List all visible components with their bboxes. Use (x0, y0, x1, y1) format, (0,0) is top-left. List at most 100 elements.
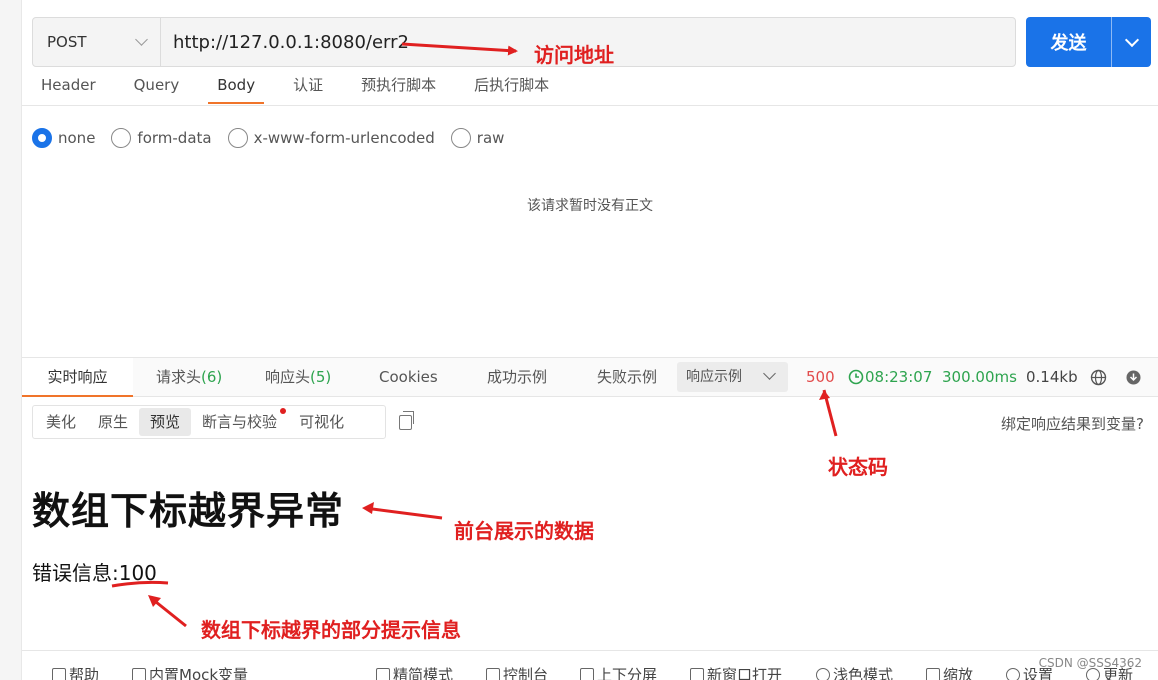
response-tabs: 实时响应 请求头(6) 响应头(5) Cookies 成功示例 失败示例 响应示… (22, 357, 1158, 397)
radio-raw[interactable]: raw (450, 128, 505, 148)
response-duration: 300.00ms (942, 368, 1017, 386)
tab-body[interactable]: Body (198, 70, 274, 104)
view-visualize[interactable]: 可视化 (288, 408, 355, 436)
tab-fail-example[interactable]: 失败示例 (597, 358, 657, 396)
count-badge: (6) (201, 368, 223, 386)
empty-body-message: 该请求暂时没有正文 (527, 198, 653, 214)
tab-realtime-response[interactable]: 实时响应 (22, 358, 133, 397)
copy-icon[interactable] (399, 411, 414, 430)
watermark: CSDN @SSS4362 (1038, 656, 1142, 670)
footer-console[interactable]: 控制台 (486, 664, 548, 680)
footer-label: 精简模式 (393, 666, 454, 680)
radio-unchecked-icon (111, 128, 132, 148)
tab-response-headers[interactable]: 响应头(5) (265, 358, 331, 396)
radio-none[interactable]: none (32, 128, 95, 148)
send-dropdown-button[interactable] (1112, 32, 1151, 47)
left-sidebar-strip (0, 0, 22, 680)
tab-post-script[interactable]: 后执行脚本 (455, 70, 568, 104)
footer-label: 内置Mock变量 (149, 666, 249, 680)
chevron-down-icon (763, 367, 776, 380)
tab-query[interactable]: Query (115, 70, 199, 104)
preview-message: 错误信息:100 (32, 561, 157, 585)
footer-label: 上下分屏 (597, 666, 658, 680)
status-code: 500 (806, 368, 835, 386)
tab-label: 响应头 (265, 368, 311, 386)
select-label: 响应示例 (686, 369, 742, 385)
response-example-select[interactable]: 响应示例 (677, 362, 788, 392)
footer-label: 新窗口打开 (707, 666, 783, 680)
annotation-detail: 数组下标越界的部分提示信息 (201, 618, 461, 642)
radio-form-data[interactable]: form-data (111, 128, 212, 148)
gear-icon (1006, 667, 1020, 680)
view-preview[interactable]: 预览 (139, 408, 192, 436)
request-tabs: Header Query Body 认证 预执行脚本 后执行脚本 (22, 70, 1158, 106)
chevron-down-icon (1124, 32, 1139, 47)
radio-unchecked-icon (450, 128, 471, 148)
globe-icon[interactable] (1090, 369, 1107, 386)
chevron-down-icon (135, 33, 148, 46)
annotation-url: 访问地址 (534, 43, 614, 67)
bind-response-link[interactable]: 绑定响应结果到变量? (1001, 413, 1144, 434)
view-mode-bar: 美化 原生 预览 断言与校验 可视化 (32, 405, 386, 439)
footer-label: 控制台 (503, 666, 549, 680)
annotation-status: 状态码 (828, 455, 888, 479)
help-icon (52, 667, 66, 680)
console-icon (486, 667, 500, 680)
tab-request-headers[interactable]: 请求头(6) (156, 358, 222, 396)
clock-icon (848, 369, 864, 385)
method-label: POST (47, 33, 87, 51)
tab-auth[interactable]: 认证 (274, 70, 342, 104)
simple-mode-icon (376, 667, 390, 680)
method-select[interactable]: POST (33, 18, 161, 66)
notification-dot (280, 408, 287, 414)
tab-header[interactable]: Header (22, 70, 115, 104)
arrow-detail (150, 596, 187, 628)
radio-urlencoded[interactable]: x-www-form-urlencoded (227, 128, 435, 148)
arrowhead-detail (148, 595, 161, 607)
mock-icon (132, 667, 146, 680)
footer-help[interactable]: 帮助 (52, 664, 99, 680)
footer-label: 帮助 (69, 666, 100, 680)
footer-split[interactable]: 上下分屏 (580, 664, 657, 680)
radio-label: none (58, 129, 96, 147)
sun-icon (816, 667, 830, 680)
send-button[interactable]: 发送 (1026, 29, 1111, 55)
footer-toolbar: 帮助 内置Mock变量 精简模式 控制台 上下分屏 新窗口打开 浅色模式 缩放 … (22, 650, 1158, 680)
radio-unchecked-icon (227, 128, 248, 148)
radio-label: raw (476, 129, 505, 147)
tab-success-example[interactable]: 成功示例 (487, 358, 547, 396)
footer-light-mode[interactable]: 浅色模式 (816, 664, 893, 680)
view-label: 断言与校验 (202, 413, 278, 431)
split-icon (580, 667, 594, 680)
annotation-frontend: 前台展示的数据 (454, 519, 594, 543)
tab-cookies[interactable]: Cookies (379, 358, 438, 396)
body-type-radios: none form-data x-www-form-urlencoded raw (32, 128, 520, 148)
footer-label: 缩放 (943, 666, 974, 680)
send-button-group: 发送 (1026, 17, 1151, 67)
radio-checked-icon (32, 128, 52, 148)
url-input[interactable]: http://127.0.0.1:8080/err2 (161, 32, 409, 53)
response-time: 08:23:07 (848, 358, 932, 396)
footer-new-window[interactable]: 新窗口打开 (690, 664, 782, 680)
footer-zoom[interactable]: 缩放 (926, 664, 973, 680)
response-size: 0.14kb (1026, 368, 1078, 386)
view-assertions[interactable]: 断言与校验 (191, 408, 288, 436)
time-value: 08:23:07 (865, 368, 933, 386)
zoom-icon (926, 667, 940, 680)
tab-pre-script[interactable]: 预执行脚本 (342, 70, 455, 104)
footer-label: 浅色模式 (833, 666, 894, 680)
new-window-icon (690, 667, 704, 680)
radio-label: x-www-form-urlencoded (253, 129, 435, 147)
footer-simple-mode[interactable]: 精简模式 (376, 664, 453, 680)
tab-label: 请求头 (156, 368, 202, 386)
radio-label: form-data (137, 129, 212, 147)
arrowhead-frontend (362, 502, 374, 514)
arrow-frontend (364, 506, 443, 520)
preview-heading: 数组下标越界异常 (32, 489, 345, 533)
footer-mock[interactable]: 内置Mock变量 (132, 664, 248, 680)
view-beautify[interactable]: 美化 (35, 408, 87, 436)
url-bar: POST http://127.0.0.1:8080/err2 (32, 17, 1016, 67)
count-badge: (5) (310, 368, 332, 386)
view-raw[interactable]: 原生 (87, 408, 139, 436)
download-icon[interactable] (1126, 370, 1141, 385)
